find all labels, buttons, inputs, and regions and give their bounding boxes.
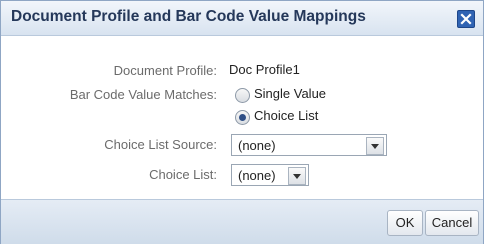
choice-list-select[interactable]: (none) xyxy=(231,164,309,186)
choice-list-source-select[interactable]: (none) xyxy=(231,134,387,156)
document-profile-label: Document Profile: xyxy=(113,63,217,78)
cancel-button[interactable]: Cancel xyxy=(425,210,479,236)
choice-list-value: (none) xyxy=(238,168,276,183)
chevron-down-icon[interactable] xyxy=(366,137,384,155)
dialog-footer: OK Cancel xyxy=(1,199,483,244)
choice-list-label: Choice List: xyxy=(149,167,217,182)
document-profile-value: Doc Profile1 xyxy=(229,62,300,77)
choice-list-option-label[interactable]: Choice List xyxy=(254,108,318,123)
dialog-title: Document Profile and Bar Code Value Mapp… xyxy=(11,8,366,25)
dialog: Document Profile and Bar Code Value Mapp… xyxy=(0,0,484,244)
choice-list-radio[interactable] xyxy=(235,110,250,125)
ok-button[interactable]: OK xyxy=(387,210,423,236)
chevron-down-icon[interactable] xyxy=(288,167,306,185)
single-value-radio[interactable] xyxy=(235,88,250,103)
close-icon[interactable] xyxy=(457,10,475,28)
dialog-titlebar[interactable]: Document Profile and Bar Code Value Mapp… xyxy=(1,1,483,36)
bar-code-matches-label: Bar Code Value Matches: xyxy=(69,87,217,102)
choice-list-source-label: Choice List Source: xyxy=(104,137,217,152)
choice-list-source-value: (none) xyxy=(238,138,276,153)
single-value-option-label[interactable]: Single Value xyxy=(254,86,326,101)
